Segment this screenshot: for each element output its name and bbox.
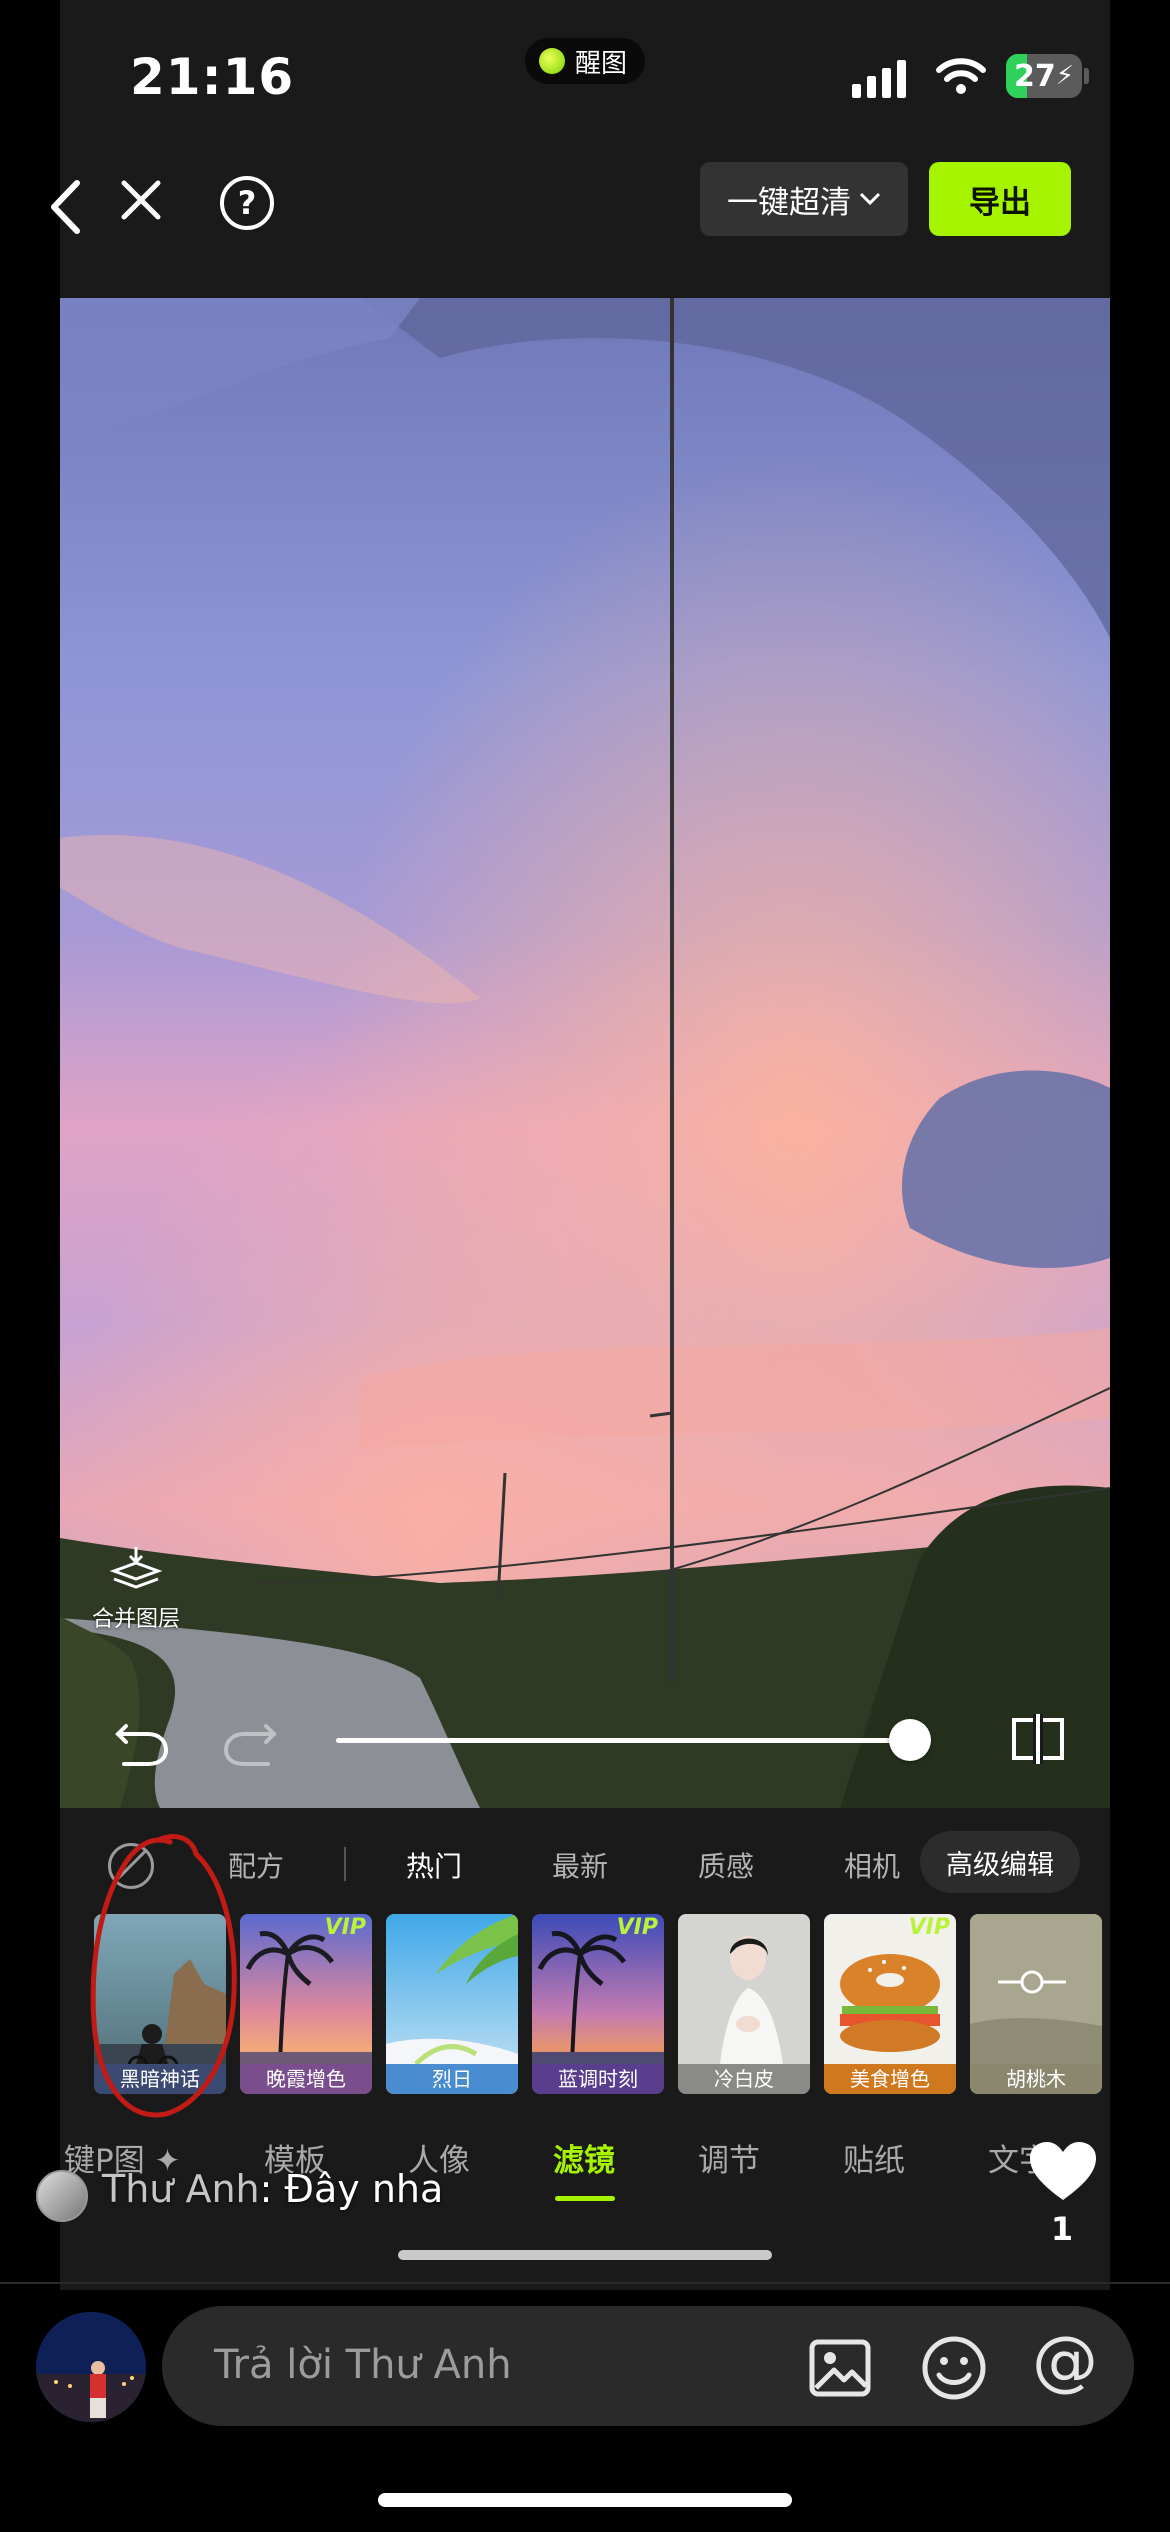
reply-placeholder: Trả lời Thư Anh (214, 2342, 512, 2388)
heart-icon[interactable] (1028, 2140, 1098, 2204)
filter-intensity-slider[interactable] (336, 1738, 912, 1743)
category-divider (344, 1847, 346, 1881)
battery-icon: 27 ⚡ (1006, 54, 1082, 98)
filter-name: 冷白皮 (678, 2064, 810, 2094)
filter-thumb-walnut[interactable]: 胡桃木 (970, 1914, 1102, 2094)
chevron-left-icon (51, 180, 80, 234)
filter-thumb-sunset-boost[interactable]: VIP 晚霞增色 (240, 1914, 372, 2094)
chevron-down-icon (859, 192, 881, 206)
merge-layers-label: 合并图层 (91, 1607, 180, 1632)
filter-name: 烈日 (386, 2064, 518, 2094)
undo-icon[interactable] (112, 1712, 172, 1768)
export-button[interactable]: 导出 (929, 162, 1071, 236)
tool-filter[interactable]: 滤镜 (553, 2135, 615, 2180)
filter-thumb-blazing-sun[interactable]: 烈日 (386, 1914, 518, 2094)
filter-thumb-cool-white-skin[interactable]: 冷白皮 (678, 1914, 810, 2094)
my-avatar[interactable] (36, 2312, 146, 2422)
category-texture[interactable]: 质感 (698, 1845, 754, 1885)
comment-text: Đây nha (284, 2167, 444, 2211)
slider-thumb[interactable] (889, 1719, 931, 1761)
layers-icon (109, 1547, 163, 1589)
image-icon[interactable] (808, 2336, 872, 2400)
avatar-image (36, 2312, 146, 2422)
advanced-edit-button[interactable]: 高级编辑 (920, 1831, 1080, 1893)
tool-sticker[interactable]: 贴纸 (843, 2135, 905, 2180)
commenter-avatar[interactable] (36, 2170, 88, 2222)
mention-icon[interactable]: @ (1032, 2328, 1098, 2394)
filter-name: 美食增色 (824, 2064, 956, 2094)
battery-level: 27 (1013, 58, 1056, 94)
comment-colon: : (259, 2167, 285, 2211)
vip-badge: VIP (908, 1915, 950, 1940)
active-tab-underline (555, 2196, 615, 2201)
compare-icon[interactable] (1010, 1712, 1066, 1766)
close-icon[interactable] (116, 175, 166, 225)
one-click-hd-dropdown[interactable]: 一键超清 (700, 162, 908, 236)
filter-thumb-food-boost[interactable]: VIP 美食增色 (824, 1914, 956, 2094)
redo-icon[interactable] (220, 1712, 280, 1768)
category-latest[interactable]: 最新 (552, 1845, 608, 1885)
cellular-signal-icon (852, 56, 906, 98)
sunset-photo (60, 298, 1110, 1808)
filter-thumb-blue-hour[interactable]: VIP 蓝调时刻 (532, 1914, 664, 2094)
category-camera[interactable]: 相机 (844, 1845, 904, 1885)
dynamic-island: 醒图 (525, 38, 645, 84)
photo-canvas[interactable] (60, 298, 1110, 1808)
vip-badge: VIP (324, 1915, 366, 1940)
vip-badge: VIP (616, 1915, 658, 1940)
emoji-icon[interactable] (921, 2335, 987, 2401)
home-indicator (378, 2493, 792, 2507)
app-activity-icon (539, 48, 565, 74)
filter-name: 蓝调时刻 (532, 2064, 664, 2094)
red-annotation-circle (90, 1834, 237, 2118)
filter-name: 胡桃木 (970, 2064, 1102, 2094)
status-time: 21:16 (130, 48, 295, 106)
category-hot[interactable]: 热门 (406, 1845, 462, 1885)
merge-layers-button[interactable]: 合并图层 (86, 1545, 186, 1633)
filter-name: 晚霞增色 (240, 2064, 372, 2094)
app-home-indicator (398, 2250, 772, 2260)
like-count: 1 (1050, 2210, 1074, 2248)
back-button[interactable] (40, 172, 90, 242)
help-icon[interactable]: ? (220, 176, 274, 230)
enhance-label: 一键超清 (727, 184, 851, 221)
wifi-icon (936, 58, 986, 94)
battery-tip (1084, 68, 1089, 84)
tool-adjust[interactable]: 调节 (698, 2135, 760, 2180)
reply-divider (0, 2282, 1170, 2284)
comment-line: Thư Anh: Đây nha (102, 2167, 443, 2211)
comment-author: Thư Anh (102, 2167, 260, 2211)
island-label: 醒图 (575, 48, 628, 79)
